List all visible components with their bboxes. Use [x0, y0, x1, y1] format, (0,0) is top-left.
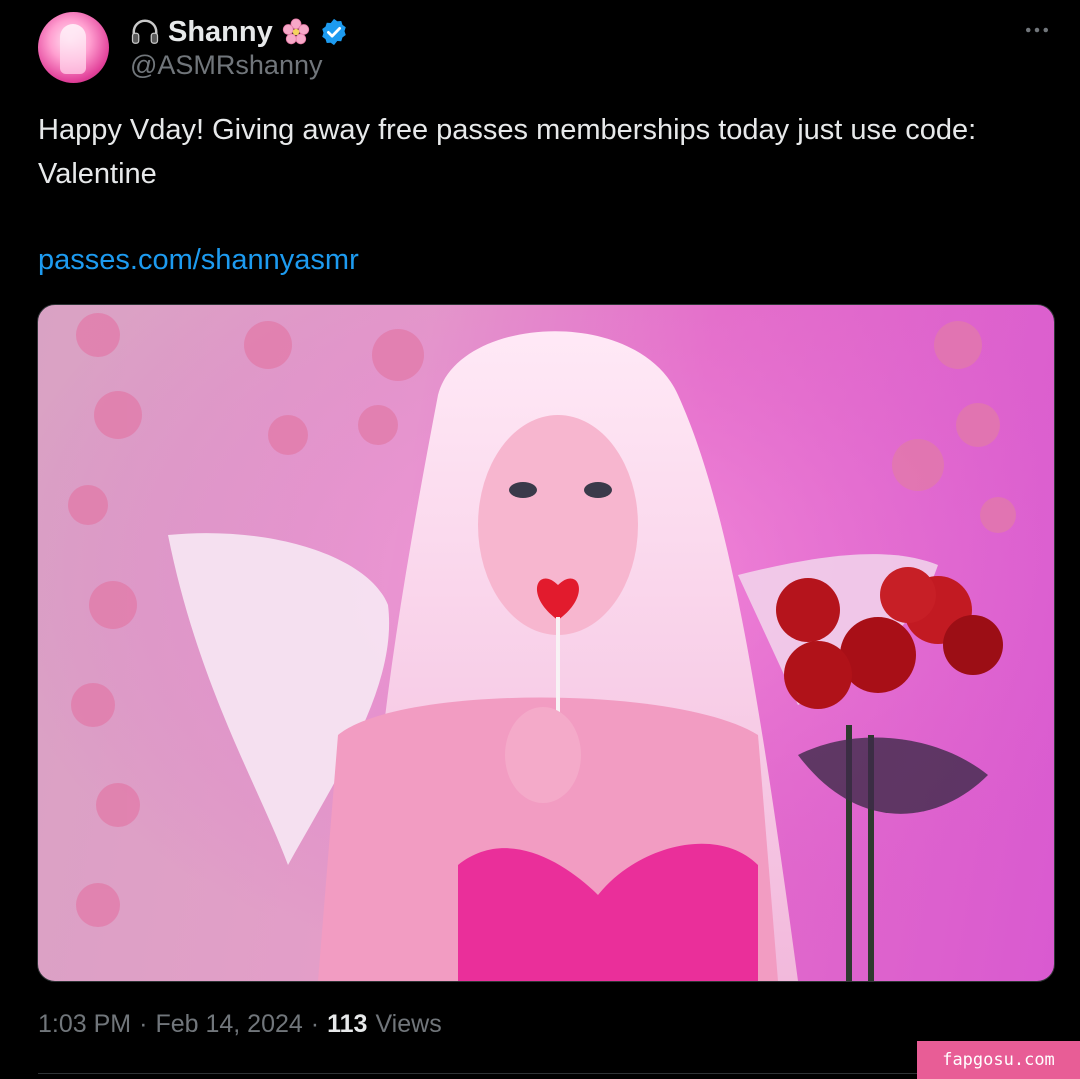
meta-separator: · [139, 1010, 148, 1038]
meta-separator: · [310, 1010, 320, 1038]
views-count: 113 [327, 1010, 368, 1038]
author-handle[interactable]: @ASMRshanny [130, 50, 322, 81]
photo-illustration [38, 305, 1054, 981]
watermark: fapgosu.com [917, 1041, 1080, 1079]
tweet-link[interactable]: passes.com/shannyasmr [38, 238, 359, 282]
display-name[interactable]: Shanny [168, 16, 273, 49]
verified-badge-icon[interactable] [319, 17, 349, 47]
tweet-text: Happy Vday! Giving away free passes memb… [38, 114, 977, 190]
views-label: Views [375, 1010, 442, 1038]
avatar-figure [60, 24, 86, 74]
author-row: Shanny [130, 12, 349, 52]
tweet-time[interactable]: 1:03 PM [38, 1010, 131, 1039]
avatar[interactable] [38, 12, 109, 83]
headphones-icon [131, 19, 159, 44]
tweet: Shanny @ASMRshanny Happy Vday! Giving aw… [0, 0, 1080, 1079]
more-options-icon[interactable] [1022, 15, 1052, 45]
tweet-media-image[interactable] [37, 304, 1055, 982]
tweet-date[interactable]: Feb 14, 2024 [155, 1010, 302, 1039]
cherry-blossom-icon [282, 18, 309, 45]
tweet-metadata: 1:03 PM · Feb 14, 2024 · 113 Views [38, 1010, 442, 1039]
